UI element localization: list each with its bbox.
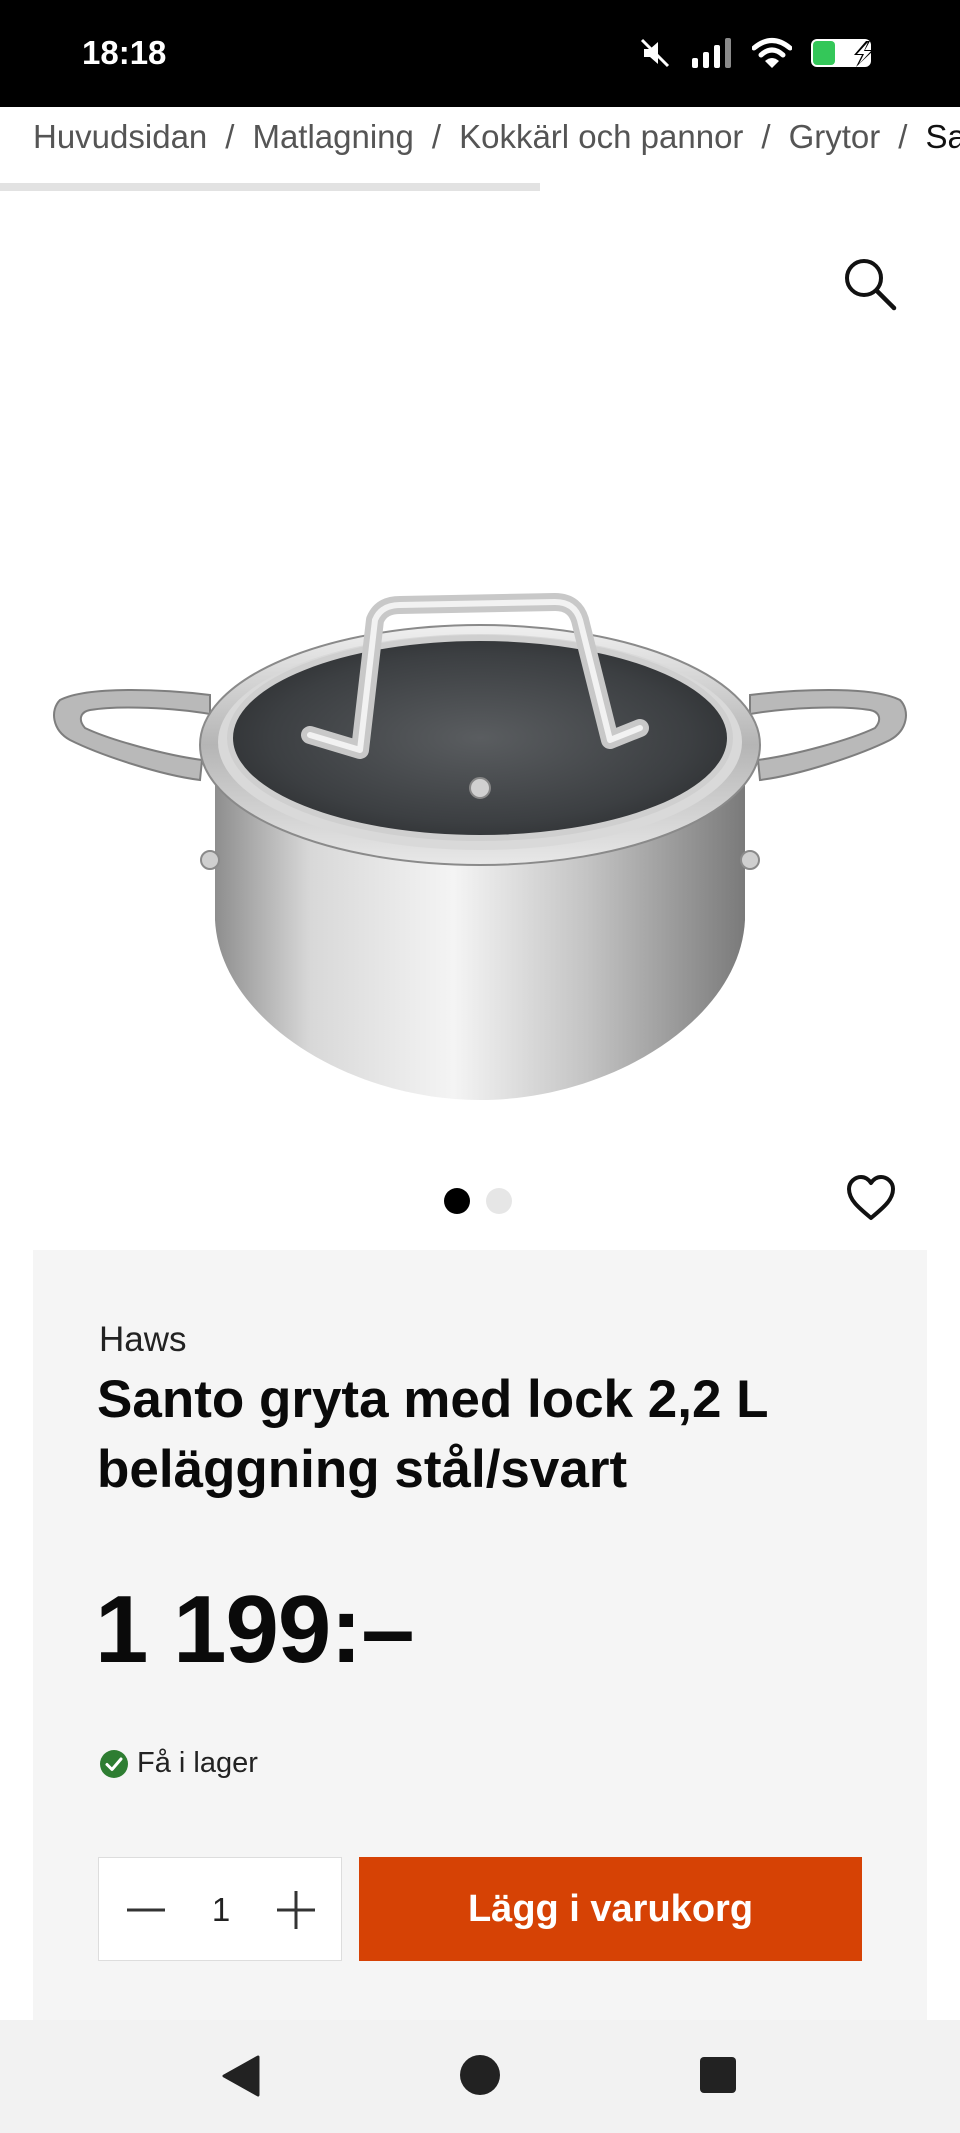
home-icon[interactable] [458,2053,502,2097]
gallery-pagination [444,1188,512,1214]
search-icon [845,259,897,311]
breadcrumb-separator: / [225,118,235,155]
product-image[interactable] [50,580,910,1120]
breadcrumb-separator: / [898,118,908,155]
breadcrumb-grytor[interactable]: Grytor [789,118,881,156]
breadcrumb-scroll-indicator [0,183,540,191]
minus-icon [127,1908,165,1912]
product-title: Santo gryta med lock 2,2 L beläggning st… [97,1370,768,1499]
breadcrumb-current: Sa [925,118,960,155]
signal-icon [692,38,731,68]
breadcrumb-separator: / [761,118,771,155]
breadcrumb-separator: / [431,118,442,155]
gallery-dot-2[interactable] [486,1188,512,1214]
product-price: 1 199:– [95,1576,415,1683]
breadcrumb: Huvudsidan / Matlagning / Kokkärl och pa… [33,112,960,162]
check-circle-icon [100,1749,128,1778]
wifi-icon [752,38,792,68]
decrease-quantity-button[interactable] [121,1885,171,1935]
zoom-button[interactable] [840,254,900,314]
quantity-stepper [98,1857,342,1961]
battery-charging-icon [811,39,874,67]
heart-icon [847,1175,895,1220]
back-icon[interactable] [218,2053,264,2099]
status-icons [638,36,882,70]
plus-icon [277,1891,315,1929]
recents-icon[interactable] [698,2055,738,2095]
wishlist-button[interactable] [843,1170,899,1226]
system-nav-bar [0,2020,960,2133]
product-info-card: Haws Santo gryta med lock 2,2 L beläggni… [33,1250,927,2020]
breadcrumb-matlagning[interactable]: Matlagning [252,118,413,156]
increase-quantity-button[interactable] [271,1885,321,1935]
mute-icon [640,38,670,68]
breadcrumb-home[interactable]: Huvudsidan [33,118,207,156]
breadcrumb-kokkarl[interactable]: Kokkärl och pannor [459,118,743,156]
add-to-cart-button[interactable]: Lägg i varukorg [359,1857,862,1961]
quantity-input[interactable] [195,1888,247,1932]
product-brand[interactable]: Haws [99,1320,187,1360]
status-time: 18:18 [82,34,167,71]
gallery-dot-1[interactable] [444,1188,470,1214]
stock-status: Få i lager [99,1747,258,1780]
stock-text: Få i lager [137,1747,258,1779]
status-bar: 18:18 [0,0,960,107]
